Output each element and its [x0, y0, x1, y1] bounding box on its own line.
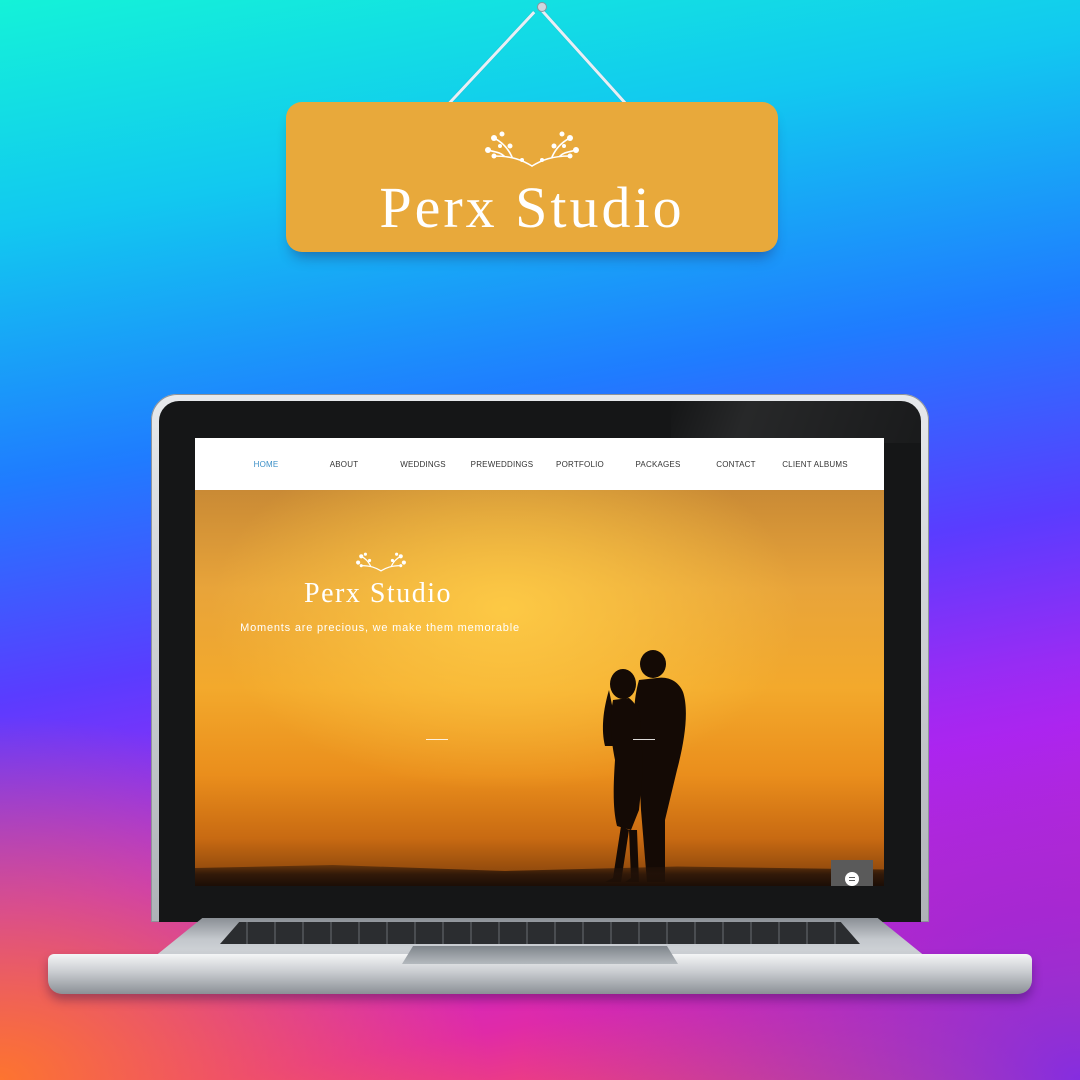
nav-weddings[interactable]: WEDDINGS: [400, 460, 446, 469]
sign-title: Perx Studio: [379, 175, 685, 240]
slider-indicator[interactable]: [633, 739, 655, 740]
nav-client-albums[interactable]: CLIENT ALBUMS: [782, 460, 848, 469]
laptop-screen: HOME ABOUT WEDDINGS PREWEDDINGS PORTFOLI…: [195, 438, 884, 886]
nav-preweddings[interactable]: PREWEDDINGS: [471, 460, 534, 469]
nav-portfolio[interactable]: PORTFOLIO: [556, 460, 604, 469]
site-navigation: HOME ABOUT WEDDINGS PREWEDDINGS PORTFOLI…: [195, 438, 884, 490]
floral-ornament-icon: [356, 552, 406, 572]
hero-banner: Perx Studio Moments are precious, we mak…: [195, 490, 884, 886]
trackpad: [402, 946, 678, 964]
hero-tagline: Moments are precious, we make them memor…: [240, 622, 520, 634]
hanging-string-left: [447, 11, 536, 105]
hero-horizon: [195, 865, 884, 886]
laptop-base: [48, 918, 1032, 996]
bezel-reflection: [671, 401, 921, 443]
nav-home[interactable]: HOME: [254, 460, 279, 469]
couple-silhouette: [602, 650, 686, 882]
nav-contact[interactable]: CONTACT: [716, 460, 755, 469]
hero-brand-title: Perx Studio: [304, 578, 452, 609]
keyboard: [220, 922, 860, 944]
nav-packages[interactable]: PACKAGES: [635, 460, 680, 469]
chat-button[interactable]: [831, 860, 873, 886]
studio-sign: Perx Studio: [286, 102, 778, 252]
nav-about[interactable]: ABOUT: [330, 460, 359, 469]
nail-icon: [537, 2, 547, 12]
chat-icon: [845, 872, 859, 886]
slider-indicator[interactable]: [426, 739, 448, 740]
hanging-string-right: [539, 8, 628, 105]
floral-ornament-icon: [485, 131, 579, 167]
